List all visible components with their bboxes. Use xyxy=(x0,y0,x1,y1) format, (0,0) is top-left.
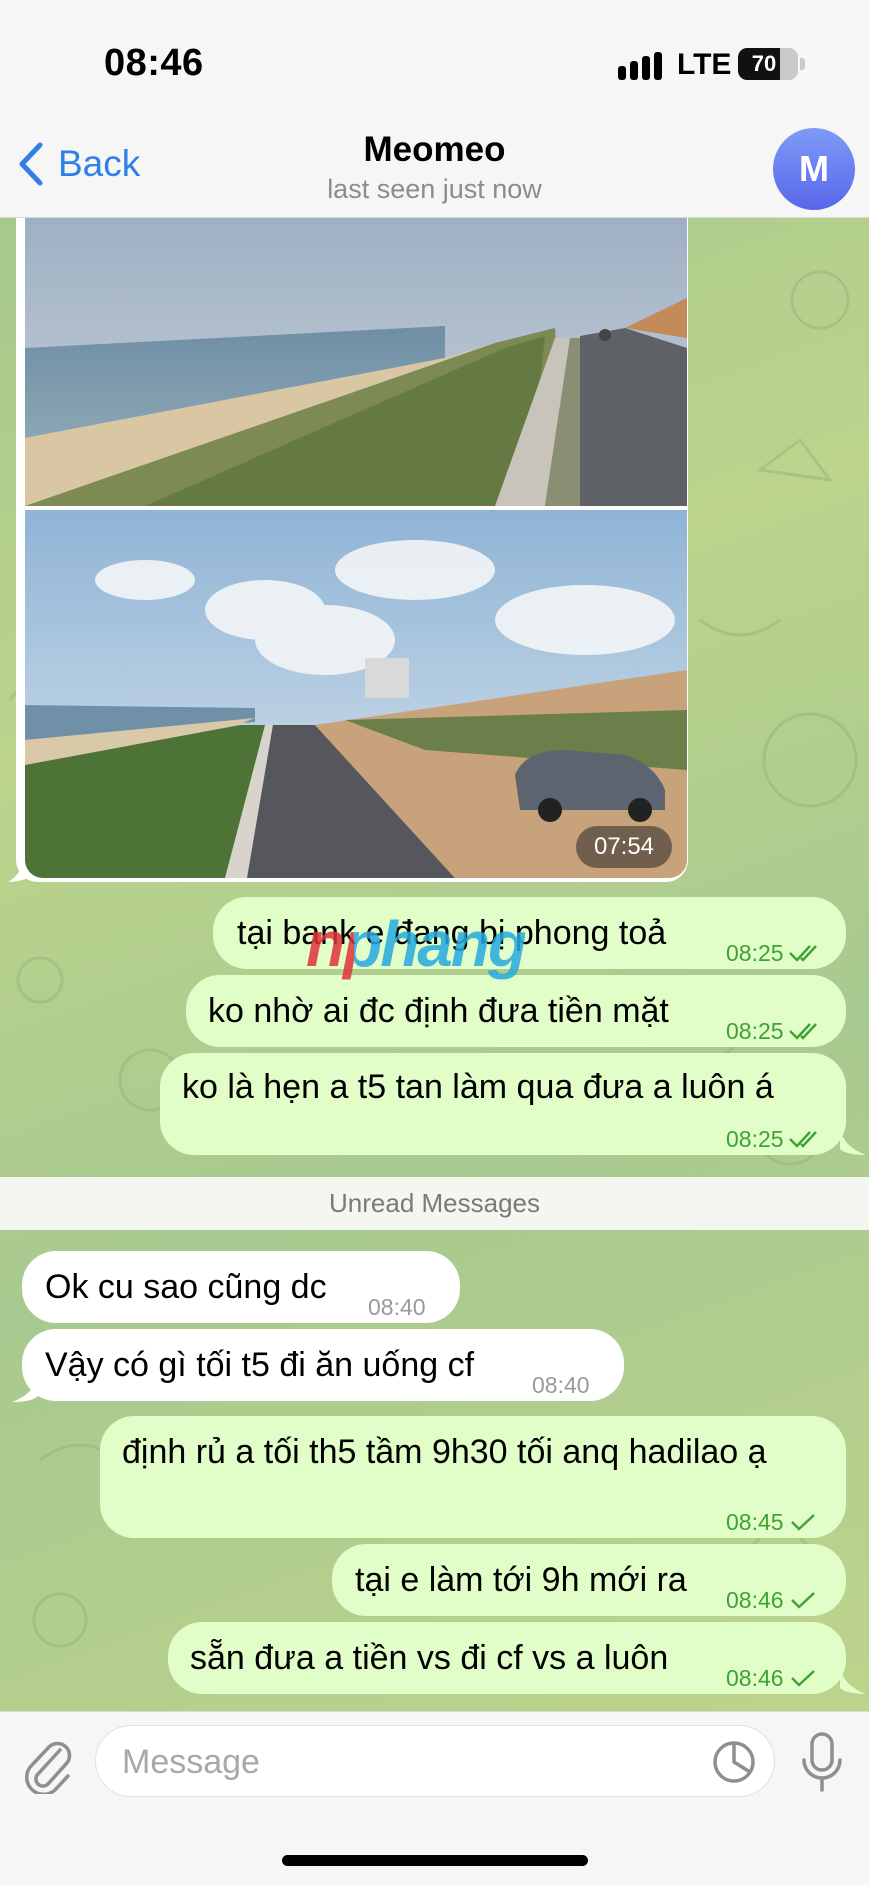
message-time: 08:25 xyxy=(726,940,784,966)
double-check-icon xyxy=(788,1023,817,1040)
double-check-icon xyxy=(788,945,817,962)
message-time: 08:25 xyxy=(726,1018,784,1044)
outgoing-message[interactable]: ko nhờ ai đc định đưa tiền mặt 08:25 xyxy=(186,975,846,1047)
message-meta: 08:25 xyxy=(726,1009,822,1053)
incoming-message[interactable]: Ok cu sao cũng dc 08:40 xyxy=(22,1251,460,1323)
watermark-logo: nphang xyxy=(306,908,527,980)
message-time: 08:45 xyxy=(726,1509,784,1535)
network-type: LTE xyxy=(677,48,732,81)
message-time: 08:46 xyxy=(726,1665,784,1691)
home-indicator xyxy=(282,1855,588,1866)
photo-timestamp: 07:54 xyxy=(576,826,672,868)
chat-title[interactable]: Meomeo xyxy=(0,130,869,170)
avatar[interactable]: M xyxy=(773,128,855,210)
outgoing-message[interactable]: định rủ a tối th5 tầm 9h30 tối anq hadil… xyxy=(100,1416,846,1538)
navigation-header: 08:46 LTE 70 Back Meomeo last seen just … xyxy=(0,0,869,218)
microphone-icon[interactable] xyxy=(800,1732,844,1794)
outgoing-message[interactable]: sẵn đưa a tiền vs đi cf vs a luôn 08:46 xyxy=(168,1622,846,1694)
check-icon xyxy=(790,1514,815,1531)
message-text: tại e làm tới 9h mới ra xyxy=(355,1561,687,1599)
bubble-tail xyxy=(840,1668,866,1694)
message-meta: 08:25 xyxy=(726,1117,822,1161)
check-icon xyxy=(790,1592,815,1609)
battery-level: 70 xyxy=(751,51,777,76)
message-text: Ok cu sao cũng dc xyxy=(45,1268,327,1306)
message-time: 08:25 xyxy=(726,1126,784,1152)
battery-tip xyxy=(800,58,805,70)
bubble-tail xyxy=(12,1376,38,1402)
message-text: Vậy có gì tối t5 đi ăn uống cf xyxy=(45,1346,475,1384)
message-time: 08:40 xyxy=(368,1294,426,1320)
unread-divider: Unread Messages xyxy=(0,1177,869,1230)
message-placeholder: Message xyxy=(122,1743,260,1781)
sticker-icon[interactable] xyxy=(712,1740,756,1784)
beach-photo-2[interactable] xyxy=(25,510,687,878)
outgoing-message[interactable]: tại e làm tới 9h mới ra 08:46 xyxy=(332,1544,846,1616)
battery-icon: 70 xyxy=(738,48,798,80)
status-time: 08:46 xyxy=(104,42,204,84)
message-time: 08:46 xyxy=(726,1587,784,1613)
last-seen-status: last seen just now xyxy=(327,174,542,204)
message-text: định rủ a tối th5 tầm 9h30 tối anq hadil… xyxy=(122,1433,767,1471)
message-meta: 08:46 xyxy=(726,1578,818,1622)
message-text: ko là hẹn a t5 tan làm qua đưa a luôn á xyxy=(182,1068,774,1106)
message-time: 08:40 xyxy=(532,1372,590,1398)
message-text: ko nhờ ai đc định đưa tiền mặt xyxy=(208,992,669,1030)
message-meta: 08:45 xyxy=(726,1500,818,1544)
beach-photo-1[interactable] xyxy=(25,218,687,506)
incoming-message[interactable]: Vậy có gì tối t5 đi ăn uống cf 08:40 xyxy=(22,1329,624,1401)
check-icon xyxy=(790,1670,815,1687)
message-text: sẵn đưa a tiền vs đi cf vs a luôn xyxy=(190,1639,669,1677)
message-meta: 08:46 xyxy=(726,1656,818,1700)
message-meta: 08:25 xyxy=(726,931,822,975)
bubble-tail xyxy=(840,1129,866,1155)
paperclip-icon[interactable] xyxy=(22,1736,74,1794)
outgoing-message[interactable]: ko là hẹn a t5 tan làm qua đưa a luôn á … xyxy=(160,1053,846,1155)
double-check-icon xyxy=(788,1131,817,1148)
signal-icon xyxy=(618,52,662,80)
